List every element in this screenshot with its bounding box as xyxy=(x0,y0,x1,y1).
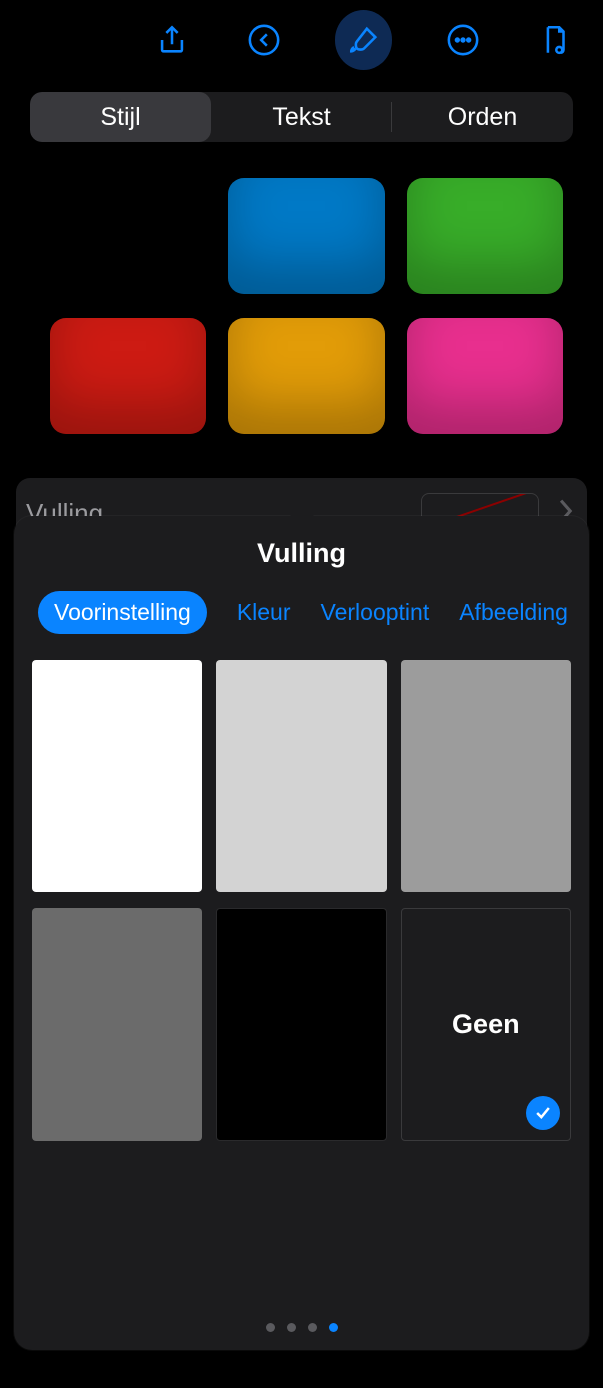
document-options-button[interactable] xyxy=(533,17,577,63)
fill-popover: Vulling Voorinstelling Kleur Verlooptint… xyxy=(14,516,589,1350)
segment-tab-text[interactable]: Tekst xyxy=(211,92,392,142)
top-toolbar xyxy=(0,0,603,70)
style-swatch-grid xyxy=(0,142,603,454)
undo-button[interactable] xyxy=(242,17,286,63)
segment-tab-style-label: Stijl xyxy=(100,103,140,132)
share-button[interactable] xyxy=(150,17,194,63)
preset-swatch[interactable] xyxy=(32,908,202,1140)
checkmark-icon xyxy=(526,1096,560,1130)
page-dot[interactable] xyxy=(329,1323,338,1332)
preset-swatch[interactable] xyxy=(216,660,386,892)
style-swatch[interactable] xyxy=(407,178,563,294)
undo-icon xyxy=(247,23,281,57)
segment-tab-arrange-label: Orden xyxy=(448,103,517,132)
fill-tab-image[interactable]: Afbeelding xyxy=(459,599,568,626)
style-swatch[interactable] xyxy=(50,318,206,434)
share-icon xyxy=(155,23,189,57)
preset-none-label: Geen xyxy=(452,1009,520,1040)
segment-tab-style[interactable]: Stijl xyxy=(30,92,211,142)
more-icon xyxy=(446,23,480,57)
fill-type-tabs: Voorinstelling Kleur Verlooptint Afbeeld… xyxy=(32,591,571,634)
brush-icon xyxy=(347,23,381,57)
more-button[interactable] xyxy=(440,17,484,63)
style-swatch[interactable] xyxy=(50,178,206,294)
segment-tab-arrange[interactable]: Orden xyxy=(392,92,573,142)
style-swatch[interactable] xyxy=(407,318,563,434)
format-segment: Stijl Tekst Orden xyxy=(30,92,573,142)
segment-tab-text-label: Tekst xyxy=(272,103,330,132)
format-brush-button[interactable] xyxy=(335,10,393,70)
page-dot[interactable] xyxy=(287,1323,296,1332)
preset-grid: Geen xyxy=(32,660,571,1141)
fill-tab-gradient[interactable]: Verlooptint xyxy=(321,599,430,626)
fill-tab-color[interactable]: Kleur xyxy=(237,599,291,626)
document-eye-icon xyxy=(538,23,572,57)
preset-swatch-none[interactable]: Geen xyxy=(401,908,571,1140)
preset-swatch[interactable] xyxy=(32,660,202,892)
page-dots xyxy=(14,1323,589,1332)
style-swatch[interactable] xyxy=(228,318,384,434)
preset-swatch[interactable] xyxy=(401,660,571,892)
preset-swatch-black[interactable] xyxy=(216,908,386,1140)
segment-control-wrap: Stijl Tekst Orden xyxy=(0,70,603,142)
style-swatch[interactable] xyxy=(228,178,384,294)
page-dot[interactable] xyxy=(266,1323,275,1332)
fill-tab-preset[interactable]: Voorinstelling xyxy=(38,591,207,634)
popover-title: Vulling xyxy=(32,538,571,569)
page-dot[interactable] xyxy=(308,1323,317,1332)
